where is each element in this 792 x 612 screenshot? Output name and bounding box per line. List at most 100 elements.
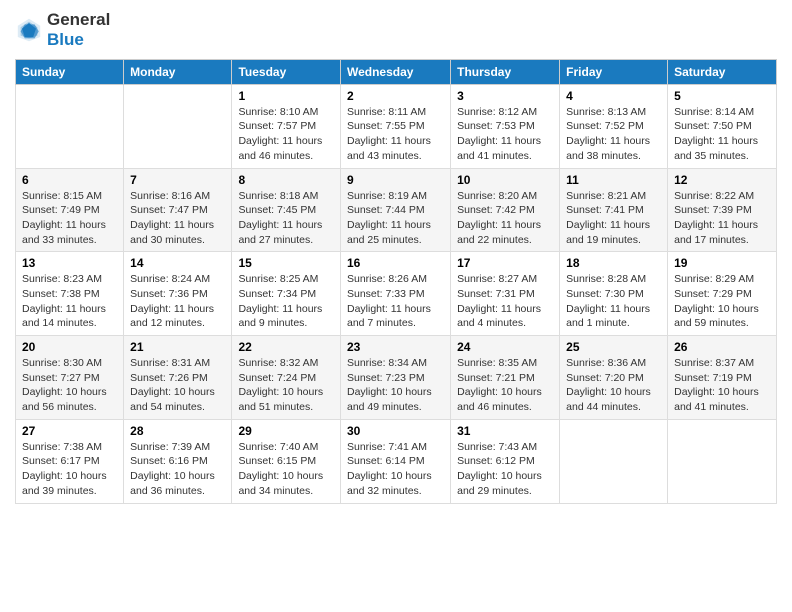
day-cell: 25Sunrise: 8:36 AM Sunset: 7:20 PM Dayli… — [560, 336, 668, 420]
day-cell: 26 Sunrise: 8:37 AM Sunset: 7:19 PM Dayli… — [668, 336, 777, 420]
calendar-header: SundayMondayTuesdayWednesdayThursdayFrid… — [16, 59, 777, 84]
day-info: Sunrise: 8:37 AM Sunset: 7:19 PM Dayligh… — [674, 356, 770, 415]
day-info: Sunrise: 8:10 AM Sunset: 7:57 PM Dayligh… — [238, 105, 334, 164]
day-number: 18 — [566, 256, 661, 270]
day-info: Sunrise: 8:35 AM Sunset: 7:21 PM Dayligh… — [457, 356, 553, 415]
day-cell: 15 Sunrise: 8:25 AM Sunset: 7:34 PM Dayli… — [232, 252, 341, 336]
day-number: 27 — [22, 424, 117, 438]
week-row-1: 1 Sunrise: 8:10 AM Sunset: 7:57 PM Daylig… — [16, 84, 777, 168]
day-number: 30 — [347, 424, 444, 438]
day-number: 4 — [566, 89, 661, 103]
day-number: 25 — [566, 340, 661, 354]
day-info: Sunrise: 8:28 AM Sunset: 7:30 PM Dayligh… — [566, 272, 661, 331]
day-info: Sunrise: 8:21 AM Sunset: 7:41 PM Dayligh… — [566, 189, 661, 248]
day-number: 8 — [238, 173, 334, 187]
logo-text: General Blue — [47, 10, 110, 51]
day-info: Sunrise: 8:27 AM Sunset: 7:31 PM Dayligh… — [457, 272, 553, 331]
day-cell — [16, 84, 124, 168]
day-cell: 5Sunrise: 8:14 AM Sunset: 7:50 PM Daylig… — [668, 84, 777, 168]
day-info: Sunrise: 7:40 AM Sunset: 6:15 PM Dayligh… — [238, 440, 334, 499]
day-cell: 6Sunrise: 8:15 AM Sunset: 7:49 PM Daylig… — [16, 168, 124, 252]
day-number: 16 — [347, 256, 444, 270]
day-info: Sunrise: 8:14 AM Sunset: 7:50 PM Dayligh… — [674, 105, 770, 164]
header-cell-saturday: Saturday — [668, 59, 777, 84]
day-info: Sunrise: 8:18 AM Sunset: 7:45 PM Dayligh… — [238, 189, 334, 248]
day-cell: 8 Sunrise: 8:18 AM Sunset: 7:45 PM Daylig… — [232, 168, 341, 252]
day-info: Sunrise: 8:32 AM Sunset: 7:24 PM Dayligh… — [238, 356, 334, 415]
day-cell: 21Sunrise: 8:31 AM Sunset: 7:26 PM Dayli… — [124, 336, 232, 420]
logo-icon — [15, 16, 43, 44]
day-cell: 18 Sunrise: 8:28 AM Sunset: 7:30 PM Dayli… — [560, 252, 668, 336]
week-row-2: 6Sunrise: 8:15 AM Sunset: 7:49 PM Daylig… — [16, 168, 777, 252]
day-info: Sunrise: 8:24 AM Sunset: 7:36 PM Dayligh… — [130, 272, 225, 331]
logo: General Blue — [15, 10, 110, 51]
day-info: Sunrise: 7:39 AM Sunset: 6:16 PM Dayligh… — [130, 440, 225, 499]
day-number: 6 — [22, 173, 117, 187]
day-number: 23 — [347, 340, 444, 354]
day-cell: 14 Sunrise: 8:24 AM Sunset: 7:36 PM Dayli… — [124, 252, 232, 336]
day-cell — [124, 84, 232, 168]
day-number: 12 — [674, 173, 770, 187]
day-number: 13 — [22, 256, 117, 270]
day-cell: 17 Sunrise: 8:27 AM Sunset: 7:31 PM Dayli… — [451, 252, 560, 336]
day-number: 22 — [238, 340, 334, 354]
day-cell: 2 Sunrise: 8:11 AM Sunset: 7:55 PM Daylig… — [340, 84, 450, 168]
day-cell: 23 Sunrise: 8:34 AM Sunset: 7:23 PM Dayli… — [340, 336, 450, 420]
day-number: 17 — [457, 256, 553, 270]
day-cell: 3 Sunrise: 8:12 AM Sunset: 7:53 PM Daylig… — [451, 84, 560, 168]
day-cell: 12 Sunrise: 8:22 AM Sunset: 7:39 PM Dayli… — [668, 168, 777, 252]
week-row-5: 27 Sunrise: 7:38 AM Sunset: 6:17 PM Dayli… — [16, 419, 777, 503]
day-number: 9 — [347, 173, 444, 187]
day-cell: 31 Sunrise: 7:43 AM Sunset: 6:12 PM Dayli… — [451, 419, 560, 503]
day-number: 2 — [347, 89, 444, 103]
day-info: Sunrise: 8:23 AM Sunset: 7:38 PM Dayligh… — [22, 272, 117, 331]
day-info: Sunrise: 8:20 AM Sunset: 7:42 PM Dayligh… — [457, 189, 553, 248]
day-cell: 30 Sunrise: 7:41 AM Sunset: 6:14 PM Dayli… — [340, 419, 450, 503]
header-cell-friday: Friday — [560, 59, 668, 84]
header-cell-monday: Monday — [124, 59, 232, 84]
day-info: Sunrise: 8:34 AM Sunset: 7:23 PM Dayligh… — [347, 356, 444, 415]
day-number: 1 — [238, 89, 334, 103]
day-info: Sunrise: 8:26 AM Sunset: 7:33 PM Dayligh… — [347, 272, 444, 331]
page-header: General Blue — [15, 10, 777, 51]
day-number: 7 — [130, 173, 225, 187]
day-info: Sunrise: 8:16 AM Sunset: 7:47 PM Dayligh… — [130, 189, 225, 248]
day-number: 31 — [457, 424, 553, 438]
day-cell: 4 Sunrise: 8:13 AM Sunset: 7:52 PM Daylig… — [560, 84, 668, 168]
day-cell: 20 Sunrise: 8:30 AM Sunset: 7:27 PM Dayli… — [16, 336, 124, 420]
day-info: Sunrise: 8:11 AM Sunset: 7:55 PM Dayligh… — [347, 105, 444, 164]
day-cell — [668, 419, 777, 503]
day-number: 26 — [674, 340, 770, 354]
day-number: 14 — [130, 256, 225, 270]
day-info: Sunrise: 8:25 AM Sunset: 7:34 PM Dayligh… — [238, 272, 334, 331]
day-number: 24 — [457, 340, 553, 354]
day-info: Sunrise: 8:13 AM Sunset: 7:52 PM Dayligh… — [566, 105, 661, 164]
day-number: 3 — [457, 89, 553, 103]
week-row-3: 13 Sunrise: 8:23 AM Sunset: 7:38 PM Dayli… — [16, 252, 777, 336]
day-cell: 1 Sunrise: 8:10 AM Sunset: 7:57 PM Daylig… — [232, 84, 341, 168]
day-cell: 13 Sunrise: 8:23 AM Sunset: 7:38 PM Dayli… — [16, 252, 124, 336]
day-cell: 7 Sunrise: 8:16 AM Sunset: 7:47 PM Daylig… — [124, 168, 232, 252]
calendar-table: SundayMondayTuesdayWednesdayThursdayFrid… — [15, 59, 777, 504]
day-number: 20 — [22, 340, 117, 354]
day-cell: 11Sunrise: 8:21 AM Sunset: 7:41 PM Dayli… — [560, 168, 668, 252]
page-container: General Blue SundayMondayTuesdayWednesda… — [0, 0, 792, 514]
header-cell-tuesday: Tuesday — [232, 59, 341, 84]
day-info: Sunrise: 8:12 AM Sunset: 7:53 PM Dayligh… — [457, 105, 553, 164]
day-cell: 24 Sunrise: 8:35 AM Sunset: 7:21 PM Dayli… — [451, 336, 560, 420]
day-info: Sunrise: 8:19 AM Sunset: 7:44 PM Dayligh… — [347, 189, 444, 248]
day-cell: 10Sunrise: 8:20 AM Sunset: 7:42 PM Dayli… — [451, 168, 560, 252]
header-cell-sunday: Sunday — [16, 59, 124, 84]
day-cell: 29 Sunrise: 7:40 AM Sunset: 6:15 PM Dayli… — [232, 419, 341, 503]
day-number: 29 — [238, 424, 334, 438]
day-cell: 28Sunrise: 7:39 AM Sunset: 6:16 PM Dayli… — [124, 419, 232, 503]
day-info: Sunrise: 8:30 AM Sunset: 7:27 PM Dayligh… — [22, 356, 117, 415]
day-number: 15 — [238, 256, 334, 270]
header-cell-wednesday: Wednesday — [340, 59, 450, 84]
day-info: Sunrise: 7:41 AM Sunset: 6:14 PM Dayligh… — [347, 440, 444, 499]
day-info: Sunrise: 7:43 AM Sunset: 6:12 PM Dayligh… — [457, 440, 553, 499]
day-info: Sunrise: 8:22 AM Sunset: 7:39 PM Dayligh… — [674, 189, 770, 248]
day-number: 19 — [674, 256, 770, 270]
day-info: Sunrise: 7:38 AM Sunset: 6:17 PM Dayligh… — [22, 440, 117, 499]
day-cell: 19Sunrise: 8:29 AM Sunset: 7:29 PM Dayli… — [668, 252, 777, 336]
